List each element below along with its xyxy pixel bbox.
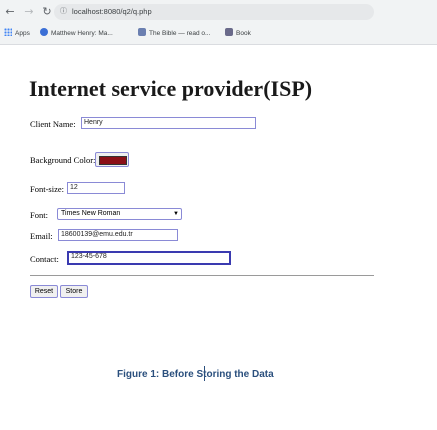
- contact-label: Contact:: [30, 254, 59, 264]
- chevron-down-icon: ▼: [173, 211, 179, 217]
- info-icon[interactable]: ⓘ: [60, 4, 67, 20]
- browser-toolbar: ← → ↻ ⓘ localhost:8080/q2/q.php: [0, 0, 437, 24]
- bookmark-label: Matthew Henry: Ma...: [51, 30, 113, 37]
- bookmark-bible[interactable]: The Bible — read o...: [138, 24, 210, 44]
- bookmark-icon: [225, 28, 233, 36]
- font-size-input[interactable]: 12: [67, 182, 125, 194]
- bookmark-label: Book: [236, 30, 251, 37]
- email-label: Email:: [30, 231, 53, 241]
- reload-icon[interactable]: ↻: [39, 4, 55, 20]
- font-select-value: Times New Roman: [61, 210, 121, 217]
- address-url: localhost:8080/q2/q.php: [72, 7, 152, 16]
- font-label: Font:: [30, 210, 48, 220]
- text-cursor: [204, 366, 205, 381]
- bookmark-apps[interactable]: Apps: [4, 24, 30, 44]
- background-color-label: Background Color:: [30, 155, 96, 165]
- font-size-label: Font-size:: [30, 184, 64, 194]
- bookmark-label: Apps: [15, 30, 30, 37]
- email-input[interactable]: 18600139@emu.edu.tr: [58, 229, 178, 241]
- client-name-input[interactable]: Henry: [81, 117, 256, 129]
- store-button[interactable]: Store: [60, 285, 88, 298]
- reset-button[interactable]: Reset: [30, 285, 58, 298]
- address-bar[interactable]: ⓘ localhost:8080/q2/q.php: [54, 4, 374, 20]
- background-color-picker[interactable]: [95, 152, 129, 167]
- figure-caption: Figure 1: Before Storing the Data: [117, 369, 274, 380]
- globe-icon: [40, 28, 48, 36]
- form-divider: [30, 275, 374, 276]
- page-title: Internet service provider(ISP): [29, 76, 313, 101]
- bookmark-book[interactable]: Book: [225, 24, 251, 44]
- bookmarks-bar: Apps Matthew Henry: Ma... The Bible — re…: [0, 24, 437, 45]
- bookmark-label: The Bible — read o...: [149, 30, 211, 37]
- forward-arrow-icon[interactable]: →: [21, 4, 37, 20]
- font-select[interactable]: Times New Roman ▼: [57, 208, 182, 220]
- browser-chrome: ← → ↻ ⓘ localhost:8080/q2/q.php Apps Mat…: [0, 0, 437, 45]
- color-swatch: [99, 156, 127, 165]
- back-arrow-icon[interactable]: ←: [2, 4, 18, 20]
- bookmark-matthew-henry[interactable]: Matthew Henry: Ma...: [40, 24, 113, 44]
- apps-grid-icon: [4, 28, 12, 36]
- contact-input[interactable]: 123-45-678: [67, 251, 231, 265]
- client-name-label: Client Name:: [30, 119, 76, 129]
- book-icon: [138, 28, 146, 36]
